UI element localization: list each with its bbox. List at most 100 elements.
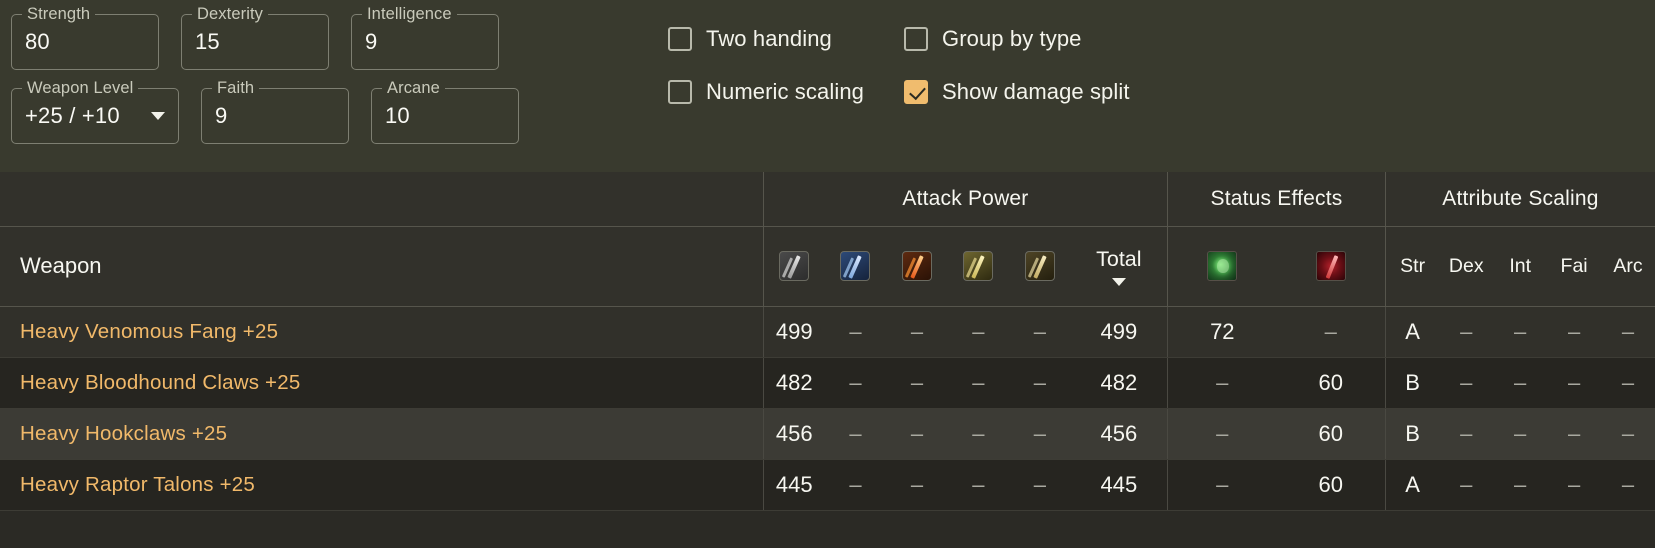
column-header-dex[interactable]: Dex: [1439, 226, 1494, 307]
weapons-table-container[interactable]: Attack Power Status Effects Attribute Sc…: [0, 172, 1655, 548]
scaling-arc: –: [1601, 408, 1655, 460]
column-header-physical[interactable]: [762, 226, 825, 307]
checkbox-row-2: Numeric scaling Show damage split: [668, 65, 1228, 118]
checkbox-two-handing-label: Two handing: [706, 25, 832, 51]
column-header-poison[interactable]: [1167, 226, 1277, 307]
field-weapon-level[interactable]: Weapon Level: [11, 78, 179, 144]
field-intelligence-label: Intelligence: [362, 4, 457, 24]
status-bleed: 60: [1276, 459, 1386, 511]
group-header-status-effects: Status Effects: [1167, 172, 1386, 227]
field-intelligence[interactable]: Intelligence: [351, 4, 499, 70]
faith-input[interactable]: [215, 103, 325, 129]
column-header-lightning[interactable]: [947, 226, 1010, 307]
magic-damage-icon: [840, 251, 871, 281]
scaling-dex: –: [1439, 306, 1494, 358]
field-weapon-level-label: Weapon Level: [22, 78, 139, 98]
scaling-fai: –: [1547, 306, 1602, 358]
field-dexterity[interactable]: Dexterity: [181, 4, 329, 70]
checkbox-numeric-scaling[interactable]: Numeric scaling: [668, 70, 904, 114]
scaling-str: B: [1384, 408, 1440, 460]
weapon-level-select[interactable]: [25, 103, 143, 129]
checkbox-two-handing[interactable]: Two handing: [668, 17, 904, 61]
field-faith-label: Faith: [212, 78, 260, 98]
table-row[interactable]: Heavy Hookclaws +25 456 – – – – 456 – 60…: [0, 408, 1655, 460]
intelligence-input[interactable]: [365, 29, 475, 55]
damage-lightning: –: [947, 408, 1010, 460]
column-header-fire[interactable]: [886, 226, 948, 307]
checkbox-show-damage-split-label: Show damage split: [942, 78, 1130, 104]
checkbox-numeric-scaling-box[interactable]: [668, 79, 692, 104]
table-row[interactable]: Heavy Venomous Fang +25 499 – – – – 499 …: [0, 306, 1655, 358]
damage-magic: –: [824, 306, 887, 358]
weapons-table: Attack Power Status Effects Attribute Sc…: [0, 172, 1655, 511]
scaling-fai: –: [1547, 357, 1602, 409]
group-header-blank: [0, 172, 764, 227]
damage-holy: –: [1009, 459, 1071, 511]
options-checkbox-group: Two handing Group by type Numeric scalin…: [668, 12, 1228, 118]
field-arcane-label: Arcane: [382, 78, 445, 98]
damage-fire: –: [886, 357, 948, 409]
table-row[interactable]: Heavy Raptor Talons +25 445 – – – – 445 …: [0, 459, 1655, 511]
status-bleed: –: [1276, 306, 1386, 358]
scaling-dex: –: [1439, 459, 1494, 511]
damage-total: 445: [1070, 459, 1168, 511]
damage-fire: –: [886, 408, 948, 460]
scaling-arc: –: [1601, 357, 1655, 409]
checkbox-show-damage-split-box[interactable]: [904, 79, 928, 104]
damage-physical: 445: [762, 459, 825, 511]
scaling-str: B: [1384, 357, 1440, 409]
checkbox-show-damage-split[interactable]: Show damage split: [904, 70, 1144, 114]
field-strength[interactable]: Strength: [11, 4, 159, 70]
column-header-int[interactable]: Int: [1493, 226, 1548, 307]
damage-holy: –: [1009, 306, 1071, 358]
status-bleed: 60: [1276, 408, 1386, 460]
column-header-total[interactable]: Total: [1070, 226, 1168, 307]
weapon-name[interactable]: Heavy Hookclaws +25: [0, 408, 764, 460]
column-header-str[interactable]: Str: [1384, 226, 1440, 307]
attribute-fields-group: Strength Dexterity Intelligence Weapon L…: [0, 4, 660, 156]
dexterity-input[interactable]: [195, 29, 305, 55]
scaling-int: –: [1493, 408, 1548, 460]
column-header-bleed[interactable]: [1276, 226, 1386, 307]
damage-physical: 456: [762, 408, 825, 460]
bleed-status-icon: [1315, 251, 1346, 281]
damage-magic: –: [824, 357, 887, 409]
damage-holy: –: [1009, 357, 1071, 409]
group-header-attack-power: Attack Power: [762, 172, 1168, 227]
field-arcane[interactable]: Arcane: [371, 78, 519, 144]
arcane-input[interactable]: [385, 103, 495, 129]
scaling-arc: –: [1601, 459, 1655, 511]
checkbox-two-handing-box[interactable]: [668, 26, 692, 51]
damage-total: 482: [1070, 357, 1168, 409]
column-header-arc[interactable]: Arc: [1601, 226, 1655, 307]
damage-total: 499: [1070, 306, 1168, 358]
table-row[interactable]: Heavy Bloodhound Claws +25 482 – – – – 4…: [0, 357, 1655, 409]
status-poison: –: [1167, 357, 1277, 409]
checkbox-group-by-type[interactable]: Group by type: [904, 17, 1144, 61]
table-head: Attack Power Status Effects Attribute Sc…: [0, 172, 1655, 307]
total-label: Total: [1096, 246, 1142, 271]
chevron-down-icon[interactable]: [151, 112, 165, 120]
scaling-int: –: [1493, 306, 1548, 358]
weapon-name[interactable]: Heavy Raptor Talons +25: [0, 459, 764, 511]
column-header-row: Weapon Total Str Dex Int Fai Arc: [0, 226, 1655, 307]
group-header-row: Attack Power Status Effects Attribute Sc…: [0, 172, 1655, 227]
sort-descending-icon[interactable]: [1111, 277, 1126, 286]
damage-fire: –: [886, 459, 948, 511]
column-header-magic[interactable]: [824, 226, 887, 307]
column-header-fai[interactable]: Fai: [1547, 226, 1602, 307]
scaling-dex: –: [1439, 408, 1494, 460]
field-dexterity-label: Dexterity: [192, 4, 268, 24]
field-strength-label: Strength: [22, 4, 96, 24]
field-faith[interactable]: Faith: [201, 78, 349, 144]
checkbox-numeric-scaling-label: Numeric scaling: [706, 78, 864, 104]
status-bleed: 60: [1276, 357, 1386, 409]
weapon-name[interactable]: Heavy Venomous Fang +25: [0, 306, 764, 358]
column-header-holy[interactable]: [1009, 226, 1071, 307]
scaling-fai: –: [1547, 459, 1602, 511]
status-poison: –: [1167, 459, 1277, 511]
checkbox-group-by-type-box[interactable]: [904, 26, 928, 51]
column-header-weapon[interactable]: Weapon: [0, 226, 764, 307]
strength-input[interactable]: [25, 29, 135, 55]
weapon-name[interactable]: Heavy Bloodhound Claws +25: [0, 357, 764, 409]
